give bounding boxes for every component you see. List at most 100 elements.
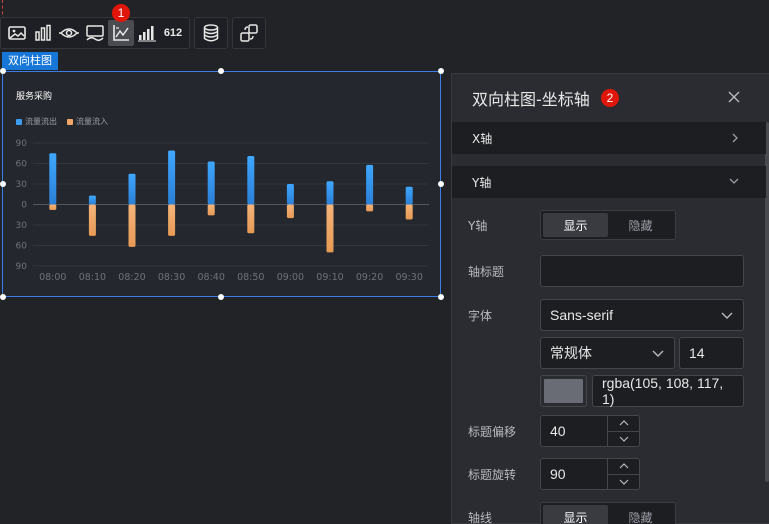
row-axis-title: 轴标题 <box>468 255 744 287</box>
bar-chart-icon[interactable] <box>30 20 56 46</box>
chevron-down-icon <box>729 178 739 184</box>
section-y-axis[interactable]: Y轴 <box>452 166 766 198</box>
panel-title: 双向柱图-坐标轴 <box>472 90 590 109</box>
field-label: Y轴 <box>468 218 488 233</box>
number-612-icon[interactable]: 612 <box>160 20 186 46</box>
bar-inflow <box>128 204 136 247</box>
toolbar-group-interaction <box>232 17 266 49</box>
database-icon[interactable] <box>198 20 224 46</box>
font-controls: Sans-serif 常规体 14 rgba(105, 108, 117, 1) <box>540 299 744 407</box>
resize-handle[interactable] <box>218 294 224 300</box>
bar-outflow <box>366 164 374 205</box>
y-tick-label: 30 <box>16 180 28 190</box>
bar-inflow <box>88 204 96 236</box>
monitor-icon[interactable] <box>82 20 108 46</box>
field-label: 标题偏移 <box>468 424 517 439</box>
x-tick-label: 08:00 <box>39 272 66 283</box>
resize-handle[interactable] <box>438 181 444 187</box>
field-label: 轴线 <box>468 510 493 524</box>
bar-outflow <box>286 184 294 205</box>
title-rotate-stepper[interactable]: 90 <box>540 458 640 490</box>
bar-inflow <box>405 204 413 220</box>
bar-outflow <box>326 181 334 205</box>
x-tick-label: 08:10 <box>79 272 106 283</box>
y-axis-toggle: 显示 隐藏 <box>540 210 676 240</box>
toolbar-group-components: 1 612 <box>0 4 190 49</box>
number-label: 612 <box>163 27 183 39</box>
bar-inflow <box>326 204 334 253</box>
resize-handle[interactable] <box>438 294 444 300</box>
property-panel: 双向柱图-坐标轴 2 X轴 Y轴 Y轴 显示 隐藏 轴标题 字体 Sans-se… <box>451 73 769 524</box>
row-axis-line: 轴线 显示 隐藏 <box>468 502 676 524</box>
chart-plot: 90 60 30 0 30 60 90 08:00 08:10 08:20 08:30 08:40 08… <box>16 139 429 283</box>
font-size-input[interactable]: 14 <box>679 337 744 369</box>
toolbar-group-data <box>194 17 228 49</box>
row-title-offset: 标题偏移 40 <box>468 415 640 447</box>
field-label: 标题旋转 <box>468 467 517 482</box>
chevron-right-icon <box>732 133 738 143</box>
bar-inflow <box>247 204 255 234</box>
section-label: X轴 <box>472 131 493 146</box>
resize-handle[interactable] <box>0 68 6 74</box>
panel-header: 双向柱图-坐标轴 2 <box>452 74 769 122</box>
editor-canvas: 1 612 双向柱图 服务采购 流量流出 流量流入 90 60 30 0 30 … <box>0 0 769 524</box>
bar-outflow <box>49 153 57 205</box>
decrement-icon[interactable] <box>608 475 639 490</box>
close-icon[interactable] <box>725 88 743 106</box>
axis-icon[interactable]: 1 <box>108 4 134 46</box>
step-badge-1: 1 <box>112 4 130 22</box>
title-offset-value[interactable]: 40 <box>541 416 607 446</box>
x-tick-label: 08:50 <box>237 272 264 283</box>
bar-inflow <box>366 204 374 212</box>
resize-handle[interactable] <box>0 294 6 300</box>
show-option[interactable]: 显示 <box>543 505 608 524</box>
hide-option[interactable]: 隐藏 <box>608 505 673 524</box>
y-tick-label: 30 <box>16 221 28 231</box>
bar-outflow <box>128 173 136 205</box>
hide-option[interactable]: 隐藏 <box>608 213 673 237</box>
chevron-down-icon <box>652 350 664 357</box>
chevron-down-icon <box>721 312 733 319</box>
y-tick-label: 60 <box>16 160 28 170</box>
x-tick-label: 09:10 <box>316 272 343 283</box>
resize-handle[interactable] <box>0 181 6 187</box>
resize-handle[interactable] <box>218 68 224 74</box>
field-label: 轴标题 <box>468 264 505 279</box>
font-color-row: rgba(105, 108, 117, 1) <box>540 375 744 407</box>
y-tick-label: 90 <box>16 139 28 149</box>
font-weight-select[interactable]: 常规体 <box>540 337 675 369</box>
x-tick-label: 09:20 <box>356 272 383 283</box>
title-offset-stepper[interactable]: 40 <box>540 415 640 447</box>
bar-outflow <box>168 150 176 205</box>
color-swatch-fill <box>544 379 583 403</box>
color-picker[interactable] <box>540 375 587 407</box>
x-tick-label: 08:40 <box>198 272 225 283</box>
bar-outflow <box>247 155 255 205</box>
component-label[interactable]: 双向柱图 <box>2 52 58 70</box>
step-badge-2: 2 <box>601 89 619 107</box>
section-x-axis[interactable]: X轴 <box>452 122 766 154</box>
bar-outflow <box>88 195 96 205</box>
x-tick-label: 09:30 <box>396 272 423 283</box>
font-weight-value: 常规体 <box>550 345 592 361</box>
y-tick-label: 0 <box>21 201 27 211</box>
color-value-input[interactable]: rgba(105, 108, 117, 1) <box>592 375 744 407</box>
axis-title-input[interactable] <box>540 255 744 287</box>
decrement-icon[interactable] <box>608 432 639 447</box>
stepper-buttons <box>607 416 639 446</box>
chart-component[interactable]: 服务采购 流量流出 流量流入 90 60 30 0 30 60 90 08:00 08:10 08… <box>2 71 441 297</box>
transform-icon[interactable] <box>236 20 262 46</box>
eye-target-icon[interactable] <box>56 20 82 46</box>
font-family-select[interactable]: Sans-serif <box>540 299 744 331</box>
image-icon[interactable] <box>4 20 30 46</box>
title-rotate-value[interactable]: 90 <box>541 459 607 489</box>
y-tick-label: 90 <box>16 262 28 272</box>
font-style-row: 常规体 14 <box>540 337 744 369</box>
field-label: 字体 <box>468 309 493 323</box>
increment-icon[interactable] <box>608 416 639 432</box>
resize-handle[interactable] <box>438 68 444 74</box>
x-tick-label: 08:20 <box>118 272 145 283</box>
show-option[interactable]: 显示 <box>543 213 608 237</box>
bar-level-icon[interactable] <box>134 20 160 46</box>
increment-icon[interactable] <box>608 459 639 475</box>
